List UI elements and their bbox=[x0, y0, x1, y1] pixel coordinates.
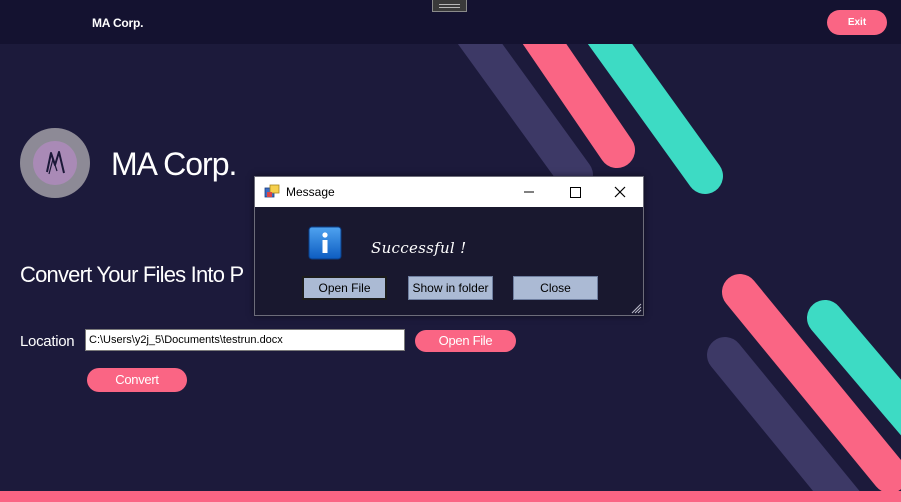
headline: Convert Your Files Into P bbox=[20, 262, 244, 287]
ma-monogram-icon bbox=[33, 141, 77, 185]
dialog-close-button[interactable]: Close bbox=[513, 276, 598, 300]
dialog-titlebar[interactable]: Message bbox=[255, 177, 643, 207]
info-icon bbox=[308, 226, 342, 260]
resize-grip-icon[interactable] bbox=[630, 302, 642, 314]
app-window: MA Corp. Exit MA Corp. Convert Your File… bbox=[0, 0, 901, 502]
minimize-button[interactable] bbox=[506, 177, 552, 207]
show-in-folder-button[interactable]: Show in folder bbox=[408, 276, 493, 300]
location-label: Location bbox=[20, 333, 75, 350]
dialog-title: Message bbox=[286, 185, 335, 199]
bottom-accent-bar bbox=[0, 491, 901, 502]
file-path-input[interactable] bbox=[85, 329, 405, 351]
close-window-button[interactable] bbox=[597, 177, 643, 207]
close-icon bbox=[614, 186, 626, 198]
success-message: Successful ! bbox=[371, 239, 467, 257]
maximize-button[interactable] bbox=[552, 177, 598, 207]
minimize-icon bbox=[524, 191, 534, 193]
top-bar: MA Corp. Exit bbox=[0, 0, 901, 44]
convert-button[interactable]: Convert bbox=[87, 368, 187, 392]
page-title: MA Corp. bbox=[111, 146, 237, 182]
open-file-button[interactable]: Open File bbox=[415, 330, 516, 352]
exit-button[interactable]: Exit bbox=[827, 10, 887, 35]
brand-name: MA Corp. bbox=[92, 16, 144, 30]
window-drag-handle[interactable] bbox=[432, 0, 467, 12]
company-logo bbox=[20, 128, 90, 198]
message-dialog: Message Successful ! Open File Show in f… bbox=[254, 176, 644, 316]
window-app-icon bbox=[264, 184, 280, 198]
maximize-icon bbox=[570, 187, 581, 198]
dialog-open-file-button[interactable]: Open File bbox=[302, 276, 387, 300]
